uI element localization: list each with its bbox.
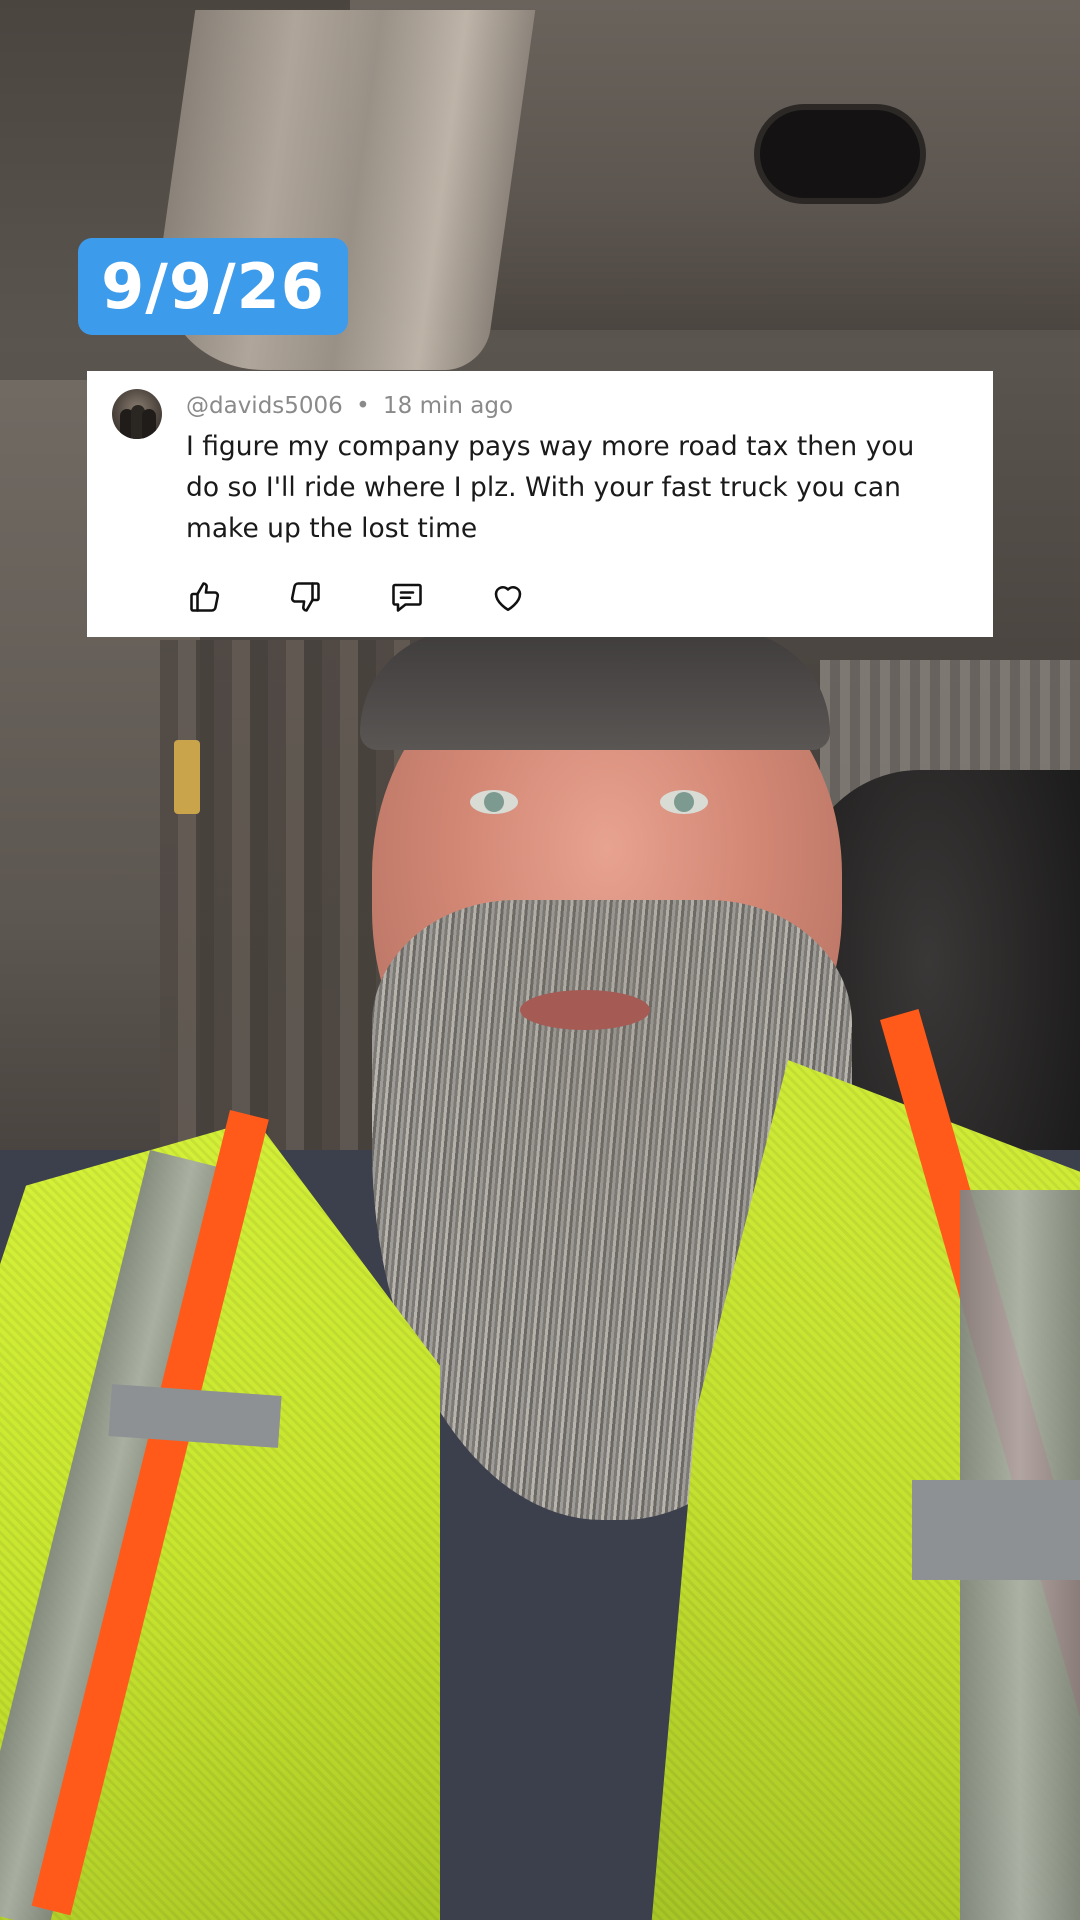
reflective-band [912,1480,1080,1580]
meta-separator: • [356,393,370,419]
cap [360,630,830,750]
comment-text: I figure my company pays way more road t… [186,431,915,544]
date-badge: 9/9/26 [78,238,348,335]
reply-icon [392,583,422,612]
left-eye [470,790,518,814]
comment-username[interactable]: @davids5006 [186,393,343,419]
avatar[interactable] [112,389,162,439]
comment-timestamp: 18 min ago [383,393,514,419]
thumbs-down-icon [290,582,320,612]
reply-button[interactable] [387,577,427,617]
right-eye [660,790,708,814]
mouth [520,990,650,1030]
dislike-button[interactable] [285,577,325,617]
favorite-button[interactable] [488,577,528,617]
like-button[interactable] [185,577,225,617]
comment-meta: @davids5006 • 18 min ago [186,393,513,419]
comment-card: @davids5006 • 18 min ago I figure my com… [87,371,993,637]
heart-icon [494,585,522,612]
seatbelt-buckle [174,740,200,814]
dome-light [760,110,920,198]
thumbs-up-icon [190,582,220,612]
video-frame: 9/9/26 @davids5006 • 18 min ago I figure… [0,0,1080,1920]
